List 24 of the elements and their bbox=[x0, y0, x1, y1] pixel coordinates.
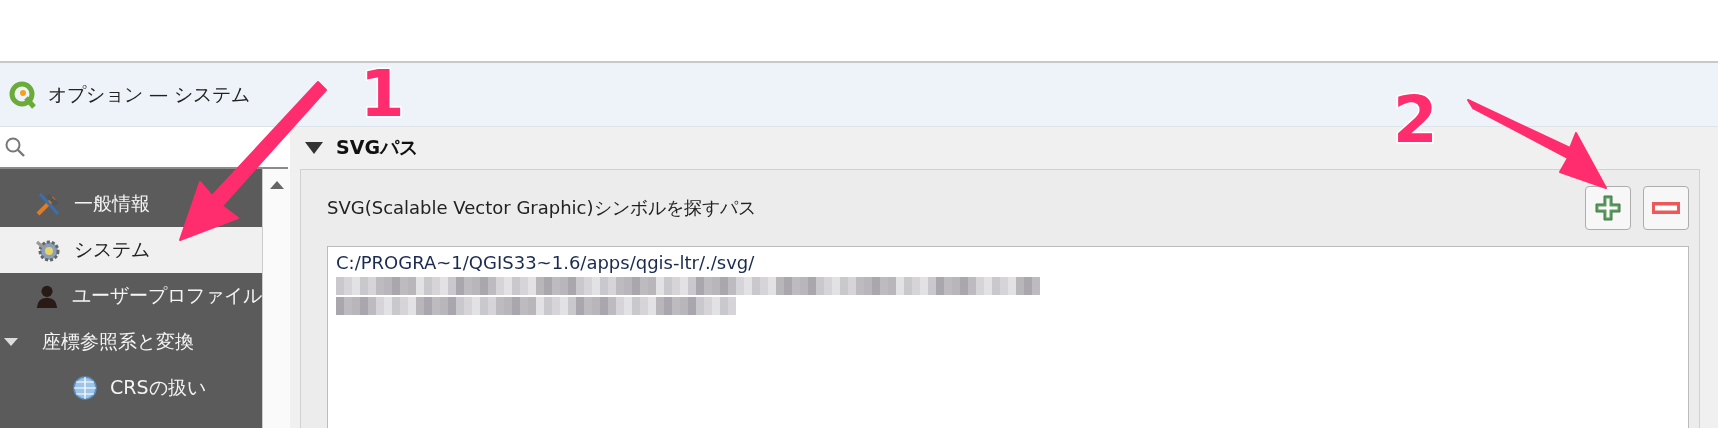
sidebar-item[interactable]: CRSの扱い bbox=[0, 365, 262, 411]
sidebar-item[interactable]: 座標参照系と変換 bbox=[0, 319, 262, 365]
annotation-number: 1 bbox=[360, 62, 405, 126]
window-title: オプション — システム bbox=[48, 81, 251, 107]
minus-icon bbox=[1651, 201, 1681, 215]
sidebar-item[interactable]: ユーザープロファイル bbox=[0, 273, 262, 319]
app-logo-icon bbox=[8, 79, 38, 110]
sidebar-item[interactable]: システム bbox=[0, 227, 262, 273]
globe-icon bbox=[72, 375, 98, 401]
hammer-wrench-icon bbox=[34, 190, 62, 218]
scroll-bar[interactable] bbox=[262, 169, 290, 428]
field-label: SVG(Scalable Vector Graphic)シンボルを探すパス bbox=[327, 196, 756, 220]
path-list[interactable]: C:/PROGRA~1/QGIS33~1.6/apps/qgis-ltr/./svg/ bbox=[327, 246, 1689, 428]
plus-icon bbox=[1594, 194, 1622, 222]
sidebar-item[interactable]: 一般情報 bbox=[0, 181, 262, 227]
path-entry[interactable]: C:/PROGRA~1/QGIS33~1.6/apps/qgis-ltr/./svg/ bbox=[336, 251, 1680, 275]
search-icon bbox=[4, 136, 26, 158]
add-button[interactable] bbox=[1585, 186, 1631, 230]
collapse-triangle-icon[interactable] bbox=[304, 141, 324, 155]
section-title: SVGパス bbox=[336, 135, 418, 160]
annotation-number: 2 bbox=[1393, 88, 1438, 152]
scroll-up-icon bbox=[269, 181, 284, 189]
expand-triangle-icon bbox=[4, 338, 18, 346]
remove-button[interactable] bbox=[1643, 186, 1689, 230]
